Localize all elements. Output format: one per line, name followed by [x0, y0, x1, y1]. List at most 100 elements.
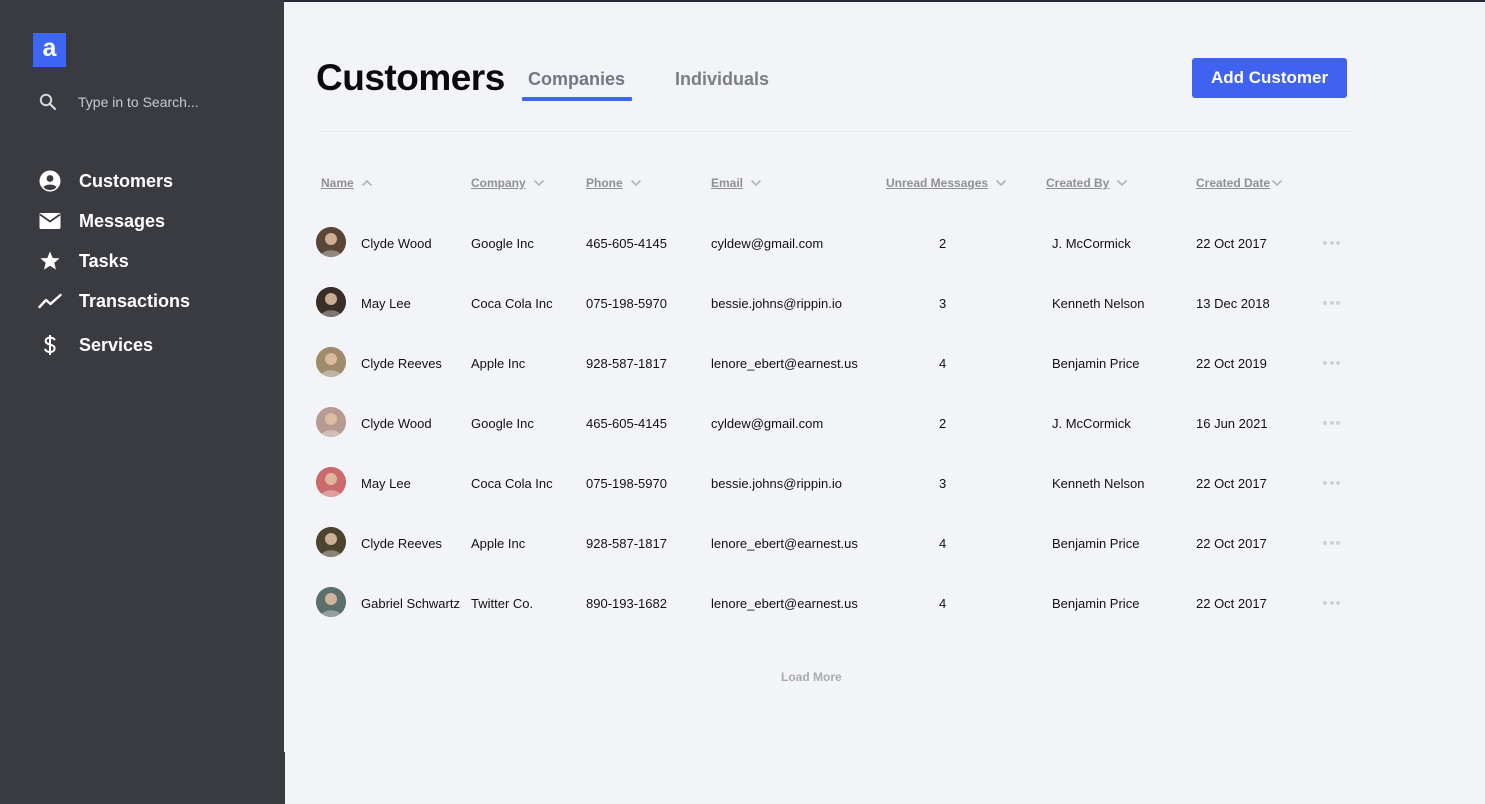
avatar: [316, 587, 346, 617]
cell-name: May Lee: [361, 476, 411, 491]
cell-created-date: 16 Jun 2021: [1196, 416, 1268, 431]
cell-name: Clyde Wood: [361, 416, 432, 431]
cell-company: Coca Cola Inc: [471, 476, 553, 491]
row-more-icon[interactable]: [1323, 481, 1340, 486]
avatar: [316, 347, 346, 377]
cell-phone: 928-587-1817: [586, 536, 667, 551]
cell-created-by: Benjamin Price: [1052, 596, 1140, 611]
cell-company: Google Inc: [471, 236, 534, 251]
load-more-button[interactable]: Load More: [781, 670, 842, 684]
table-row[interactable]: Clyde Reeves Apple Inc 928-587-1817 leno…: [316, 527, 1356, 559]
add-customer-button[interactable]: Add Customer: [1192, 58, 1347, 98]
row-more-icon[interactable]: [1323, 421, 1340, 426]
cell-created-date: 22 Oct 2017: [1196, 536, 1267, 551]
cell-unread: 3: [939, 296, 947, 311]
tab-companies[interactable]: Companies: [528, 69, 625, 90]
sidebar-item-label: Transactions: [79, 290, 191, 311]
column-header-email[interactable]: Email: [711, 176, 762, 190]
chevron-down-icon: [1271, 179, 1283, 187]
avatar: [316, 227, 346, 257]
column-header-label: Email: [711, 176, 744, 190]
trend-line-icon: [38, 289, 62, 313]
row-more-icon[interactable]: [1323, 361, 1340, 366]
cell-name: Gabriel Schwartz: [361, 596, 460, 611]
sidebar-footer: [0, 752, 285, 804]
dollar-icon: [38, 333, 62, 357]
cell-email: lenore_ebert@earnest.us: [711, 536, 858, 551]
sidebar-item-label: Services: [79, 334, 154, 355]
cell-email: lenore_ebert@earnest.us: [711, 356, 858, 371]
table-row[interactable]: Gabriel Schwartz Twitter Co. 890-193-168…: [316, 587, 1356, 619]
row-more-icon[interactable]: [1323, 541, 1340, 546]
sidebar-item-services[interactable]: Services: [38, 329, 268, 361]
sidebar: a Customers Me: [0, 0, 284, 752]
chevron-down-icon: [995, 179, 1007, 187]
cell-created-date: 13 Dec 2018: [1196, 296, 1270, 311]
column-header-created-date[interactable]: Created Date: [1196, 176, 1283, 190]
cell-company: Twitter Co.: [471, 596, 534, 611]
cell-created-by: J. McCormick: [1052, 236, 1131, 251]
cell-company: Coca Cola Inc: [471, 296, 553, 311]
cell-name: Clyde Reeves: [361, 356, 442, 371]
cell-unread: 4: [939, 356, 947, 371]
column-header-label: Unread Messages: [886, 176, 989, 190]
sidebar-item-tasks[interactable]: Tasks: [38, 245, 268, 277]
chevron-down-icon: [750, 179, 762, 187]
page-title: Customers: [316, 57, 505, 98]
column-header-label: Company: [471, 176, 526, 190]
sidebar-item-customers[interactable]: Customers: [38, 165, 268, 197]
avatar: [316, 527, 346, 557]
sidebar-item-label: Customers: [79, 170, 174, 191]
chevron-down-icon: [630, 179, 641, 187]
active-tab-indicator: [522, 97, 632, 101]
table-row[interactable]: May Lee Coca Cola Inc 075-198-5970 bessi…: [316, 467, 1356, 499]
row-more-icon[interactable]: [1323, 241, 1340, 246]
table-row[interactable]: Clyde Reeves Apple Inc 928-587-1817 leno…: [316, 347, 1356, 379]
avatar: [316, 467, 346, 497]
search-icon: [39, 93, 57, 111]
cell-company: Apple Inc: [471, 536, 526, 551]
cell-created-by: Benjamin Price: [1052, 536, 1140, 551]
chevron-up-icon: [361, 179, 372, 187]
cell-unread: 3: [939, 476, 947, 491]
column-header-label: Created By: [1046, 176, 1110, 190]
cell-email: bessie.johns@rippin.io: [711, 296, 842, 311]
cell-unread: 2: [939, 236, 947, 251]
row-more-icon[interactable]: [1323, 301, 1340, 306]
cell-phone: 465-605-4145: [586, 236, 667, 251]
cell-unread: 4: [939, 596, 947, 611]
cell-created-date: 22 Oct 2017: [1196, 236, 1267, 251]
avatar: [316, 407, 346, 437]
sidebar-item-label: Messages: [79, 210, 166, 231]
cell-unread: 2: [939, 416, 947, 431]
app-logo[interactable]: a: [33, 33, 66, 67]
row-more-icon[interactable]: [1323, 601, 1340, 606]
cell-phone: 075-198-5970: [586, 296, 667, 311]
sidebar-item-messages[interactable]: Messages: [38, 205, 268, 237]
cell-created-date: 22 Oct 2017: [1196, 476, 1267, 491]
table-row[interactable]: Clyde Wood Google Inc 465-605-4145 cylde…: [316, 227, 1356, 259]
column-header-phone[interactable]: Phone: [586, 176, 642, 190]
avatar: [316, 287, 346, 317]
cell-unread: 4: [939, 536, 947, 551]
column-header-company[interactable]: Company: [471, 176, 545, 190]
cell-name: May Lee: [361, 296, 411, 311]
column-header-name[interactable]: Name: [321, 176, 373, 190]
sidebar-search: [38, 90, 268, 114]
cell-company: Apple Inc: [471, 356, 526, 371]
search-input[interactable]: [78, 90, 268, 114]
table-row[interactable]: May Lee Coca Cola Inc 075-198-5970 bessi…: [316, 287, 1356, 319]
cell-created-date: 22 Oct 2019: [1196, 356, 1267, 371]
column-header-created-by[interactable]: Created By: [1046, 176, 1128, 190]
chevron-down-icon: [533, 179, 544, 187]
table-row[interactable]: Clyde Wood Google Inc 465-605-4145 cylde…: [316, 407, 1356, 439]
header-divider: [320, 131, 1352, 132]
chevron-down-icon: [1117, 179, 1128, 187]
column-header-unread-messages[interactable]: Unread Messages: [886, 176, 1007, 190]
cell-name: Clyde Wood: [361, 236, 432, 251]
cell-email: cyldew@gmail.com: [711, 416, 824, 431]
cell-phone: 465-605-4145: [586, 416, 667, 431]
cell-created-by: Kenneth Nelson: [1052, 476, 1145, 491]
sidebar-item-transactions[interactable]: Transactions: [38, 285, 268, 317]
tab-individuals[interactable]: Individuals: [675, 69, 769, 90]
